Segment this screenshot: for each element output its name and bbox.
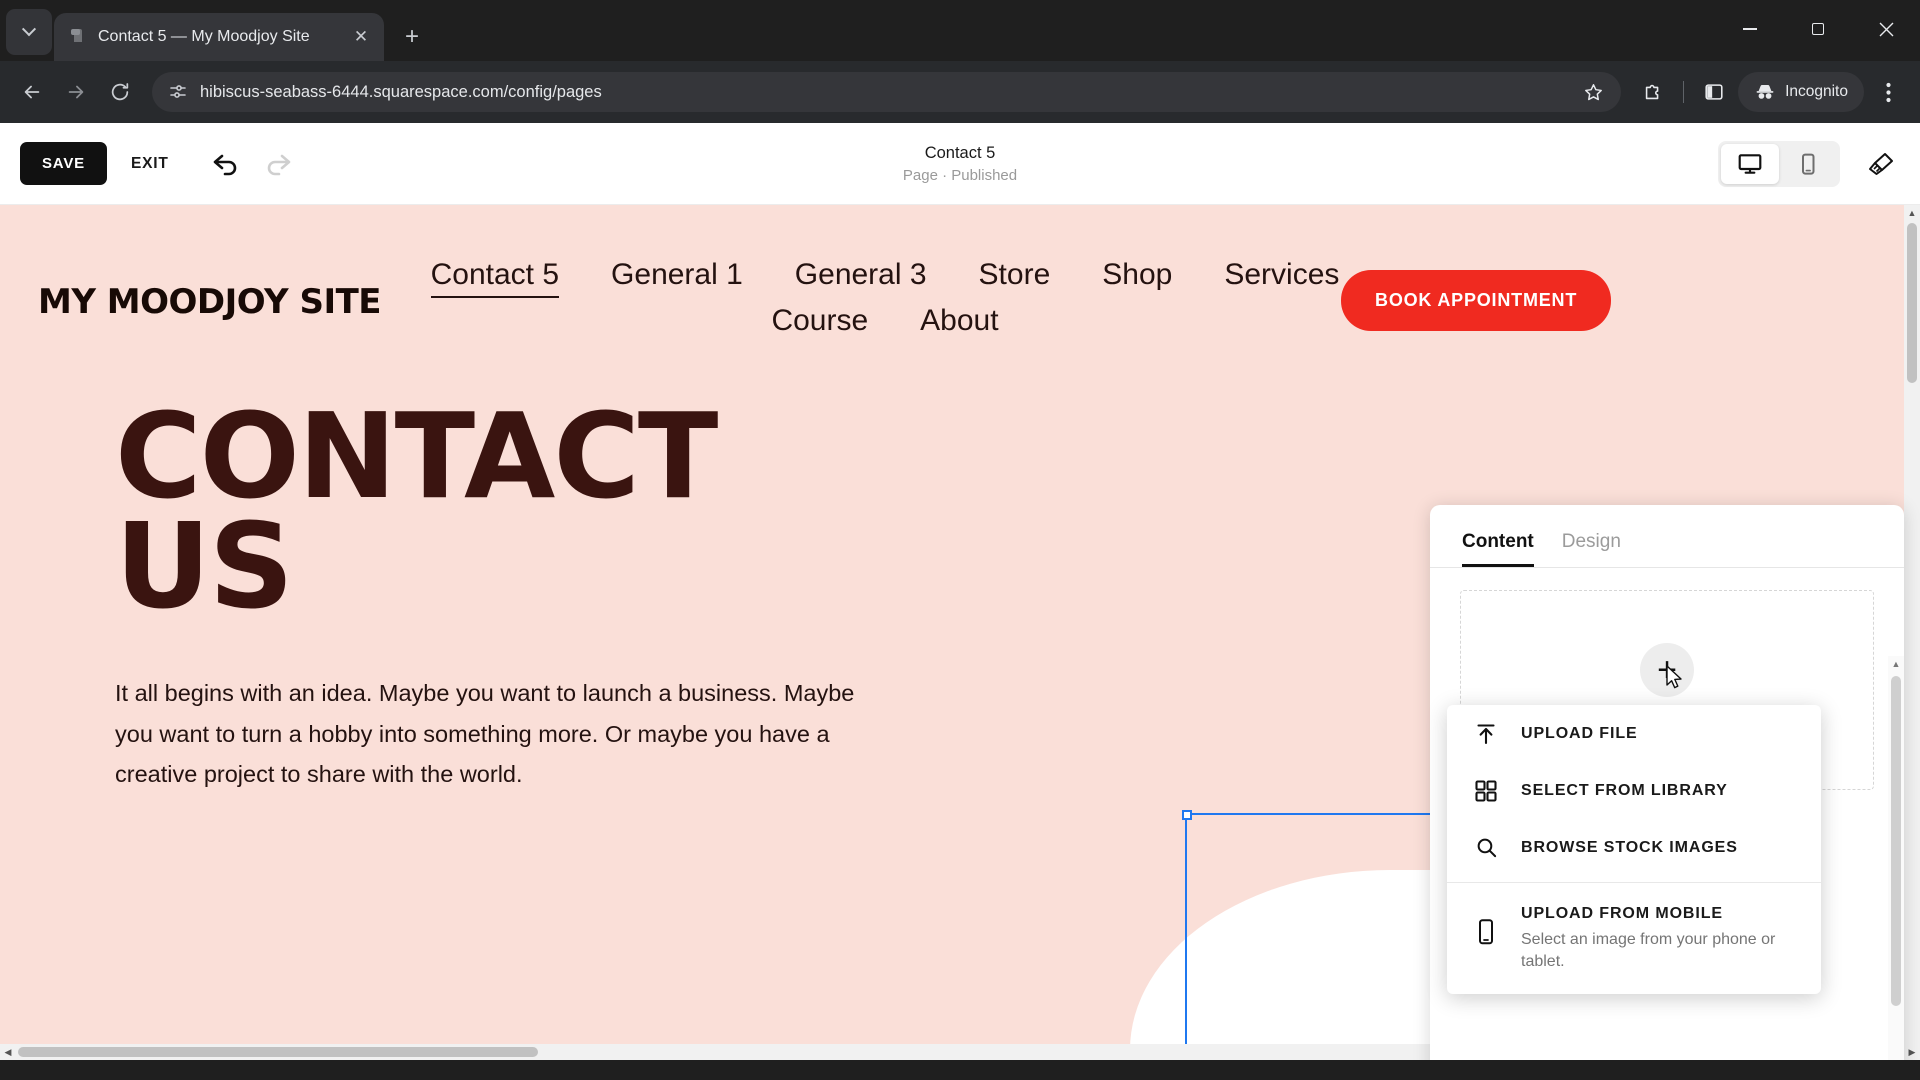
- site-styles-button[interactable]: [1862, 145, 1900, 183]
- site-navigation: Contact 5 General 1 General 3 Store Shop…: [381, 240, 1341, 342]
- extensions-puzzle-icon: [1645, 84, 1659, 100]
- add-image-button[interactable]: +: [1640, 643, 1694, 697]
- editor-toolbar: SAVE EXIT Contact 5 Page · Published: [0, 123, 1920, 205]
- extensions-button[interactable]: [1633, 72, 1673, 112]
- chevron-down-icon: [21, 22, 37, 37]
- new-tab-button[interactable]: +: [394, 19, 430, 55]
- save-button[interactable]: SAVE: [20, 142, 107, 185]
- toolbar-divider: [1683, 81, 1685, 103]
- nav-item-general-1[interactable]: General 1: [611, 258, 743, 296]
- url-text[interactable]: hibiscus-seabass-6444.squarespace.com/co…: [200, 83, 1561, 102]
- address-bar[interactable]: hibiscus-seabass-6444.squarespace.com/co…: [152, 72, 1622, 112]
- nav-item-general-3[interactable]: General 3: [795, 258, 927, 296]
- undo-arrow-icon: [213, 154, 236, 175]
- maximize-button[interactable]: [1784, 0, 1852, 58]
- horizontal-scroll-thumb[interactable]: [18, 1047, 538, 1057]
- tab-design[interactable]: Design: [1562, 531, 1621, 567]
- menu-item-select-from-library[interactable]: SELECT FROM LIBRARY: [1447, 763, 1821, 819]
- undo-redo-group: [207, 145, 297, 183]
- close-icon: [1879, 22, 1893, 36]
- search-icon: [1473, 836, 1499, 859]
- maximize-icon: [1812, 23, 1824, 35]
- mobile-phone-icon: [1473, 919, 1499, 945]
- window-close-button[interactable]: [1852, 0, 1920, 58]
- tab-search-button[interactable]: [6, 9, 52, 55]
- browser-chrome: Contact 5 — My Moodjoy Site ✕ + hibiscus…: [0, 0, 1920, 123]
- redo-arrow-icon: [267, 154, 290, 175]
- upload-arrow-icon: [1473, 722, 1499, 746]
- forward-button[interactable]: [56, 72, 96, 112]
- desktop-icon: [1738, 153, 1762, 174]
- preview-vertical-scrollbar[interactable]: ▲ ▼: [1904, 205, 1920, 1060]
- mouse-cursor-icon: [1666, 665, 1686, 698]
- scroll-right-arrow-icon[interactable]: ▶: [1904, 1047, 1920, 1058]
- resize-handle[interactable]: [1182, 810, 1192, 820]
- panel-vertical-scrollbar[interactable]: ▲ ▼: [1888, 656, 1904, 1060]
- back-button[interactable]: [12, 72, 52, 112]
- mobile-view-button[interactable]: [1779, 144, 1837, 184]
- minimize-icon: [1743, 28, 1757, 30]
- menu-item-description: Select an image from your phone or table…: [1521, 931, 1776, 970]
- tab-title: Contact 5 — My Moodjoy Site: [98, 28, 310, 45]
- nav-item-about[interactable]: About: [920, 304, 998, 342]
- site-logo[interactable]: MY MOODJOY SITE: [38, 282, 382, 322]
- site-settings-icon[interactable]: [168, 82, 188, 102]
- panel-scroll-thumb[interactable]: [1891, 676, 1901, 1006]
- menu-item-browse-stock-images[interactable]: BROWSE STOCK IMAGES: [1447, 819, 1821, 876]
- menu-item-label: UPLOAD FILE: [1521, 725, 1638, 742]
- menu-item-text-group: UPLOAD FROM MOBILE Select an image from …: [1521, 905, 1795, 972]
- tab-content[interactable]: Content: [1462, 531, 1534, 567]
- upload-source-menu: UPLOAD FILE SELECT FROM LIBRARY BROWSE S…: [1447, 705, 1821, 995]
- reload-button[interactable]: [100, 72, 140, 112]
- book-appointment-button[interactable]: BOOK APPOINTMENT: [1341, 270, 1612, 331]
- vertical-scroll-thumb[interactable]: [1907, 223, 1917, 383]
- forward-arrow-icon: [68, 85, 84, 99]
- three-dot-menu-icon: [1885, 82, 1891, 102]
- nav-item-shop[interactable]: Shop: [1102, 258, 1172, 296]
- site-header: MY MOODJOY SITE Contact 5 General 1 Gene…: [0, 205, 1920, 342]
- side-panel-button[interactable]: [1694, 72, 1734, 112]
- undo-button[interactable]: [207, 145, 245, 183]
- nav-item-store[interactable]: Store: [979, 258, 1051, 296]
- site-preview-viewport: MY MOODJOY SITE Contact 5 General 1 Gene…: [0, 205, 1920, 1060]
- redo-button[interactable]: [259, 145, 297, 183]
- hero-paragraph: It all begins with an idea. Maybe you wa…: [115, 680, 855, 788]
- bookmark-star-icon[interactable]: [1573, 72, 1613, 112]
- panel-scroll-up-arrow-icon[interactable]: ▲: [1888, 656, 1904, 672]
- menu-divider: [1447, 882, 1821, 883]
- back-arrow-icon: [24, 85, 40, 99]
- desktop-view-button[interactable]: [1721, 143, 1779, 184]
- menu-item-label: BROWSE STOCK IMAGES: [1521, 838, 1738, 856]
- incognito-icon: [1756, 85, 1774, 99]
- menu-item-upload-file[interactable]: UPLOAD FILE: [1447, 705, 1821, 763]
- browser-toolbar: hibiscus-seabass-6444.squarespace.com/co…: [0, 61, 1920, 123]
- page-favicon-icon: [70, 28, 88, 46]
- menu-item-label: SELECT FROM LIBRARY: [1521, 782, 1728, 799]
- incognito-label: Incognito: [1785, 83, 1848, 100]
- mobile-icon: [1802, 153, 1815, 175]
- tab-strip: Contact 5 — My Moodjoy Site ✕ +: [0, 0, 1920, 61]
- hero-heading-line-2: US: [115, 496, 294, 635]
- minimize-button[interactable]: [1716, 0, 1784, 58]
- exit-button[interactable]: EXIT: [131, 155, 169, 173]
- nav-item-services[interactable]: Services: [1224, 258, 1339, 296]
- incognito-indicator[interactable]: Incognito: [1738, 72, 1864, 112]
- reload-icon: [111, 83, 129, 101]
- nav-item-contact-5[interactable]: Contact 5: [430, 258, 560, 298]
- window-controls: [1716, 0, 1920, 58]
- browser-tab[interactable]: Contact 5 — My Moodjoy Site ✕: [54, 13, 384, 61]
- nav-item-course[interactable]: Course: [771, 304, 868, 342]
- menu-item-upload-from-mobile[interactable]: UPLOAD FROM MOBILE Select an image from …: [1447, 889, 1821, 994]
- paintbrush-icon: [1869, 152, 1893, 175]
- menu-item-label: UPLOAD FROM MOBILE: [1521, 905, 1723, 922]
- scroll-up-arrow-icon[interactable]: ▲: [1904, 205, 1920, 221]
- scroll-left-arrow-icon[interactable]: ◀: [0, 1047, 16, 1058]
- panel-tab-bar: Content Design: [1430, 505, 1904, 568]
- browser-menu-button[interactable]: [1868, 72, 1908, 112]
- device-toggle: [1718, 140, 1840, 187]
- grid-squares-icon: [1473, 780, 1499, 802]
- editor-toolbar-right: [1718, 140, 1900, 187]
- side-panel-icon: [1705, 84, 1723, 100]
- close-icon[interactable]: ✕: [348, 24, 374, 50]
